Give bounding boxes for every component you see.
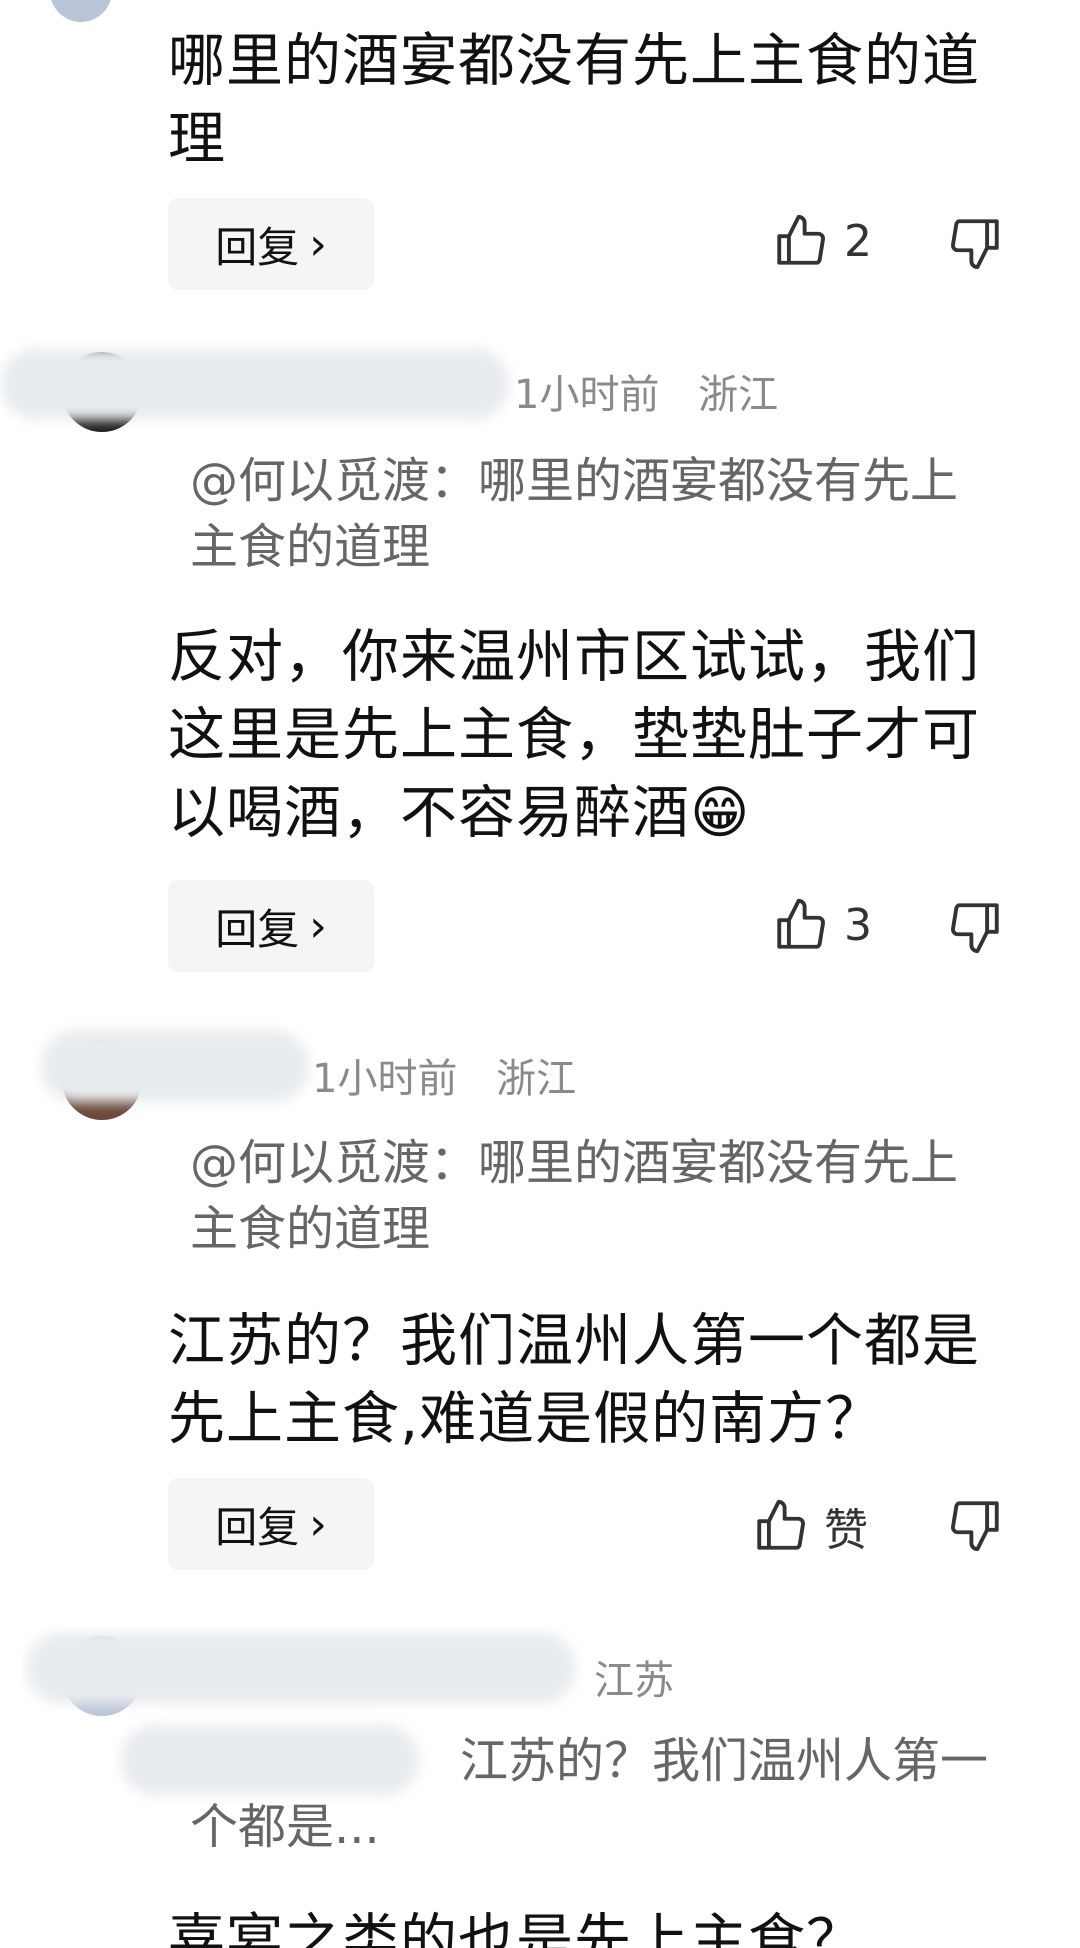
reply-button[interactable]: 回复 › <box>168 198 374 290</box>
like-count: 2 <box>844 215 872 267</box>
chevron-right-icon: › <box>309 218 327 270</box>
chevron-right-icon: › <box>309 900 327 952</box>
thumbs-up-icon <box>772 212 830 270</box>
thumbs-down-icon[interactable] <box>946 898 1004 956</box>
like-button[interactable]: 2 <box>772 212 872 270</box>
quoted-comment: @何以觅渡：哪里的酒宴都没有先上主食的道理 <box>190 453 959 575</box>
comment-region: 浙江 <box>496 1056 577 1102</box>
comment-region: 浙江 <box>698 372 779 418</box>
quoted-comment: 江苏的？我们温州人第一个都是... <box>190 1733 989 1855</box>
like-button[interactable]: 3 <box>772 896 872 954</box>
reply-button[interactable]: 回复 › <box>168 1478 374 1570</box>
username-blurred <box>0 348 510 420</box>
thumbs-up-icon <box>752 1497 810 1555</box>
thumbs-down-icon[interactable] <box>946 214 1004 272</box>
chevron-right-icon: › <box>309 1498 327 1550</box>
like-label: 赞 <box>824 1505 868 1556</box>
username-blurred <box>26 1632 576 1704</box>
thumbs-down-icon[interactable] <box>946 1496 1004 1554</box>
comment-text: 江苏的？我们温州人第一个都是先上主食,难道是假的南方？ <box>168 1308 980 1452</box>
avatar[interactable] <box>50 0 112 22</box>
comment-text: 反对，你来温州市区试试，我们这里是先上主食，垫垫肚子才可以喝酒，不容易醉酒😁 <box>168 624 980 846</box>
username-blurred <box>40 1030 310 1102</box>
reply-label: 回复 <box>215 1502 300 1552</box>
like-button[interactable]: 赞 <box>752 1494 868 1558</box>
quoted-comment: @何以觅渡：哪里的酒宴都没有先上主食的道理 <box>190 1135 959 1257</box>
reply-button[interactable]: 回复 › <box>168 880 374 972</box>
reply-label: 回复 <box>215 222 300 272</box>
comment-meta: 1小时前 浙江 <box>312 1046 576 1104</box>
thumbs-up-icon <box>772 896 830 954</box>
comment-text: 哪里的酒宴都没有先上主食的道理 <box>168 28 980 172</box>
comment-meta: 1小时前 浙江 <box>514 362 778 420</box>
comment-time: 1小时前 <box>514 372 660 418</box>
comment-text: 喜宴之类的也是先上主食？ <box>168 1908 864 1948</box>
reply-label: 回复 <box>215 904 300 954</box>
comment-time: 1小时前 <box>312 1056 458 1102</box>
like-count: 3 <box>844 899 872 951</box>
comment-region: 江苏 <box>594 1658 674 1704</box>
